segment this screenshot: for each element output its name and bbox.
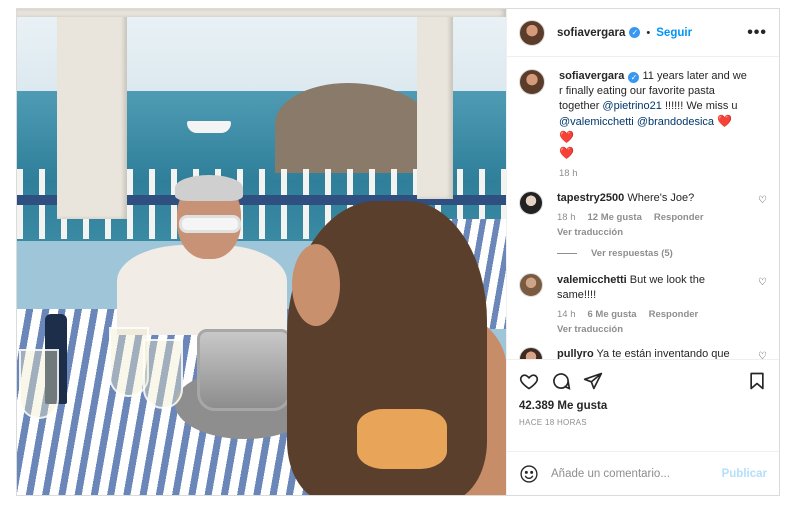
share-icon[interactable]: [583, 371, 603, 391]
replies-line: [557, 253, 577, 254]
photo-glass: [143, 339, 183, 409]
comment-text: Where's Joe?: [627, 192, 695, 204]
photo-man: [107, 175, 287, 335]
translate-link[interactable]: Ver traducción: [557, 324, 747, 335]
comment-like-heart-icon[interactable]: ♡: [758, 195, 767, 206]
comment-item: tapestry2500 Where's Joe? 18 h 12 Me gus…: [519, 191, 767, 238]
author-username[interactable]: sofiavergara: [557, 27, 625, 39]
commenter-avatar[interactable]: [519, 347, 543, 359]
comment-text: Ya te están inventando que: [596, 348, 730, 359]
comment-item: valemicchetti But we look the same!!!! 1…: [519, 273, 767, 335]
photo-boat: [187, 121, 231, 133]
separator-dot: •: [646, 26, 651, 39]
commenter-username[interactable]: valemicchetti: [557, 274, 627, 286]
photo-glass: [19, 349, 59, 419]
post-side-panel: sofiavergara ✓ • Seguir ••• sofiavergara…: [506, 9, 779, 495]
caption-username[interactable]: sofiavergara: [559, 70, 624, 82]
reply-button[interactable]: Responder: [654, 212, 704, 223]
comment-like-heart-icon[interactable]: ♡: [758, 351, 767, 359]
view-replies-label: Ver respuestas (5): [591, 248, 673, 259]
commenter-username[interactable]: tapestry2500: [557, 192, 624, 204]
photo-pot: [197, 329, 291, 411]
likes-count[interactable]: 42.389 Me gusta: [519, 400, 767, 412]
caption-avatar[interactable]: [519, 69, 545, 95]
author-avatar[interactable]: [519, 19, 545, 46]
post-actions: 42.389 Me gusta HACE 18 HORAS: [507, 359, 779, 451]
comment-likes[interactable]: 6 Me gusta: [588, 309, 637, 320]
reply-button[interactable]: Responder: [649, 309, 699, 320]
commenter-avatar[interactable]: [519, 273, 543, 297]
emoji-icon[interactable]: [519, 464, 539, 484]
more-options-icon[interactable]: •••: [747, 24, 767, 42]
mention-link[interactable]: @valemicchetti: [559, 116, 634, 128]
view-replies-button[interactable]: Ver respuestas (5): [557, 248, 767, 259]
instagram-post: sofiavergara ✓ • Seguir ••• sofiavergara…: [16, 8, 780, 496]
caption-text: !!!!!! We miss u: [661, 100, 738, 112]
translate-link[interactable]: Ver traducción: [557, 227, 747, 238]
photo-woman-face: [292, 244, 340, 326]
comments-list[interactable]: sofiavergara ✓ 11 years later and we r fi…: [507, 57, 779, 359]
caption-time: 18 h: [559, 168, 578, 179]
mention-link[interactable]: @pietrino21: [602, 100, 661, 112]
save-bookmark-icon[interactable]: [747, 371, 767, 391]
verified-icon: ✓: [628, 72, 640, 83]
heart-emoji: ❤️: [559, 146, 574, 160]
comment-item: pullyro Ya te están inventando que ♡: [519, 347, 767, 359]
action-icons: [519, 368, 767, 394]
photo-beam: [17, 9, 506, 17]
post-header: sofiavergara ✓ • Seguir •••: [507, 9, 779, 57]
post-time-ago: HACE 18 HORAS: [519, 418, 587, 427]
comment-time: 14 h: [557, 309, 576, 320]
add-comment-bar: Publicar: [507, 451, 779, 495]
follow-button[interactable]: Seguir: [656, 27, 692, 39]
commenter-avatar[interactable]: [519, 191, 543, 215]
photo-woman-top: [357, 409, 447, 469]
mention-link[interactable]: @brandodesica: [637, 116, 714, 128]
comment-input[interactable]: [551, 467, 722, 480]
comment-like-heart-icon[interactable]: ♡: [758, 277, 767, 288]
comment-likes[interactable]: 12 Me gusta: [588, 212, 642, 223]
publish-button[interactable]: Publicar: [722, 468, 767, 480]
post-photo[interactable]: [17, 9, 506, 495]
commenter-username[interactable]: pullyro: [557, 348, 594, 359]
caption: sofiavergara ✓ 11 years later and we r fi…: [519, 69, 767, 179]
comment-icon[interactable]: [551, 371, 571, 391]
photo-pillar-right: [417, 9, 453, 199]
like-heart-icon[interactable]: [519, 371, 539, 391]
verified-icon: ✓: [629, 27, 641, 38]
comment-time: 18 h: [557, 212, 576, 223]
